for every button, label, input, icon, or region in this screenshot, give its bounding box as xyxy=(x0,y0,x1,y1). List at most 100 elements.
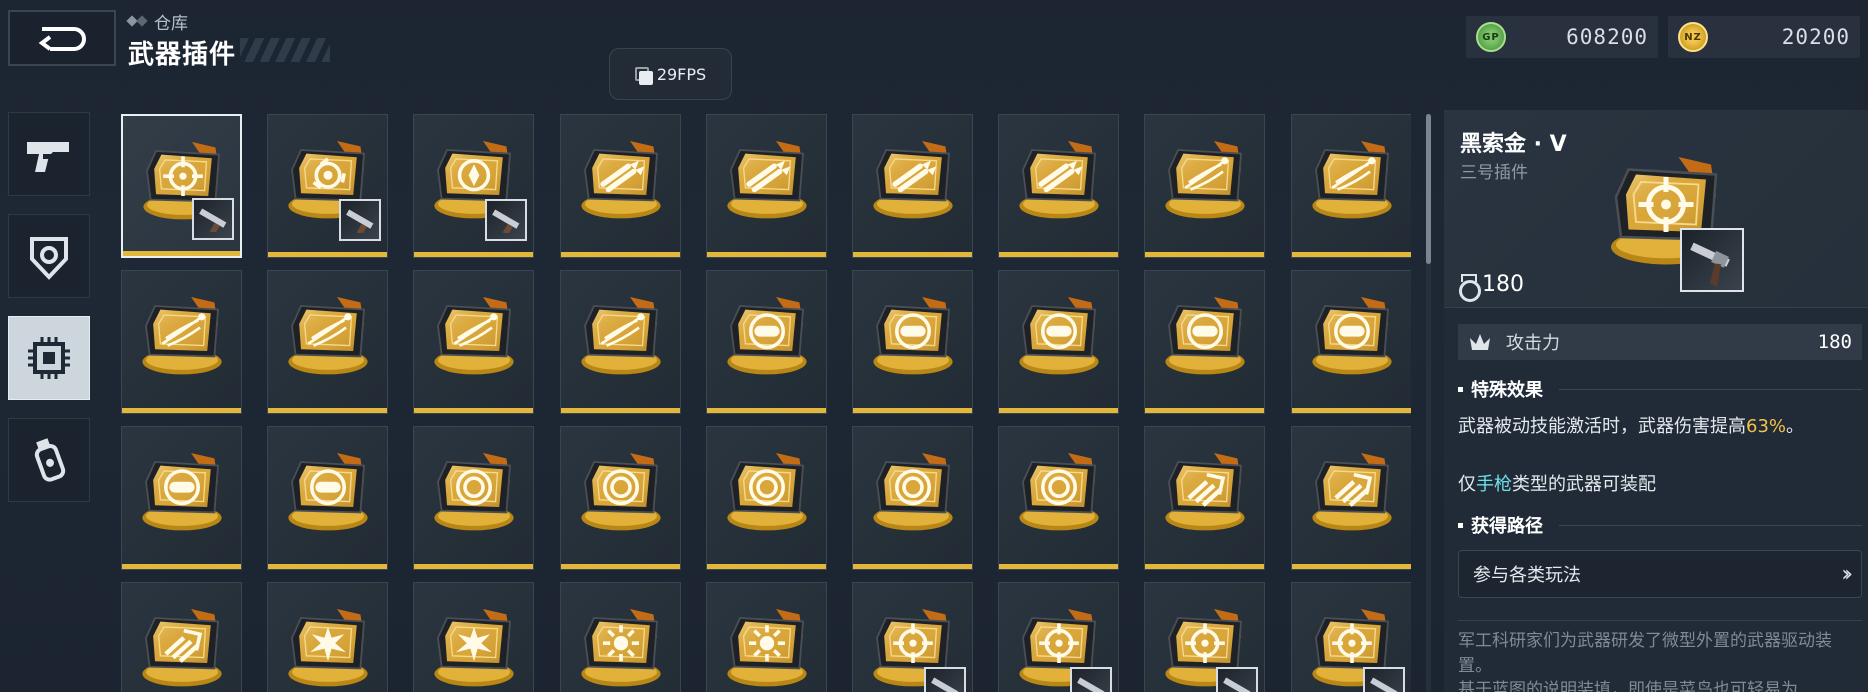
breadcrumb-dots-icon xyxy=(126,15,148,27)
rarity-bar xyxy=(853,252,972,257)
capsule-plugin-icon xyxy=(1019,297,1099,375)
plugin-tile[interactable] xyxy=(413,114,534,258)
rarity-bar xyxy=(999,252,1118,257)
return-arrow-icon xyxy=(38,27,86,51)
power-value: 180 xyxy=(1482,272,1524,297)
plugin-tile[interactable] xyxy=(1144,270,1265,414)
streak-plugin-icon xyxy=(288,297,368,375)
acquisition-route-button[interactable]: 参与各类玩法 ›› xyxy=(1458,550,1862,598)
revolver-icon xyxy=(1690,242,1730,287)
rarity-bar xyxy=(707,564,826,569)
rarity-bar xyxy=(414,408,533,413)
rarity-bar xyxy=(1292,564,1411,569)
plugin-tile[interactable] xyxy=(706,270,827,414)
rarity-bar xyxy=(122,408,241,413)
effect-text: 武器被动技能激活时，武器伤害提高 xyxy=(1458,416,1746,437)
plugin-tile[interactable] xyxy=(1144,582,1265,692)
weapon-thumbnail xyxy=(192,198,234,240)
plugin-tile[interactable] xyxy=(413,426,534,570)
rarity-bar xyxy=(999,408,1118,413)
plugin-tile[interactable] xyxy=(413,270,534,414)
burst-plugin-icon xyxy=(434,609,514,687)
detail-panel: 黑索金 · V 三号插件 180 攻击力 180 特殊效果 武器被动技能激活时，… xyxy=(1444,110,1868,692)
medal-icon xyxy=(1458,273,1481,302)
plugin-tile[interactable] xyxy=(998,426,1119,570)
plugin-tile[interactable] xyxy=(1291,114,1411,258)
fps-value: 29FPS xyxy=(656,64,707,84)
plugin-tile[interactable] xyxy=(1291,426,1411,570)
plugin-tile[interactable] xyxy=(267,270,388,414)
rarity-bar xyxy=(268,252,387,257)
plugin-tile[interactable] xyxy=(560,114,681,258)
streak-plugin-icon xyxy=(1165,141,1245,219)
plugin-tile[interactable] xyxy=(121,426,242,570)
plugin-tile[interactable] xyxy=(267,114,388,258)
plugin-tile[interactable] xyxy=(852,426,973,570)
item-type: 三号插件 xyxy=(1460,163,1528,183)
weapon-thumbnail xyxy=(924,667,966,692)
lore-text: 军工科研家们为武器研发了微型外置的武器驱动装置。 基于蓝图的说明装填，即使是菜鸟… xyxy=(1458,620,1862,692)
section-special-effect-label: 特殊效果 xyxy=(1471,380,1543,401)
plugin-tile[interactable] xyxy=(413,582,534,692)
weapon-thumbnail xyxy=(1216,667,1258,692)
plugin-tile[interactable] xyxy=(560,582,681,692)
plugin-tile[interactable] xyxy=(852,114,973,258)
section-acquisition: 获得路径 xyxy=(1458,512,1862,538)
chip-icon xyxy=(28,337,70,379)
plugin-tile[interactable] xyxy=(1144,114,1265,258)
plugin-tile[interactable] xyxy=(998,270,1119,414)
acquisition-route-label: 参与各类玩法 xyxy=(1473,565,1581,586)
compatible-weapon-thumbnail[interactable] xyxy=(1680,228,1744,292)
rarity-bar xyxy=(1145,408,1264,413)
restrict-prefix: 仅 xyxy=(1458,474,1476,495)
restrict-weapon-type: 手枪 xyxy=(1476,474,1512,495)
rarity-bar xyxy=(414,252,533,257)
rarity-bar xyxy=(1145,252,1264,257)
lore-line: 军工科研家们为武器研发了微型外置的武器驱动装置。 xyxy=(1458,631,1832,676)
plugin-tile[interactable] xyxy=(1144,426,1265,570)
plugin-tile[interactable] xyxy=(121,114,242,258)
plugin-tile[interactable] xyxy=(998,582,1119,692)
back-button[interactable] xyxy=(8,10,116,66)
category-tab-consumables[interactable] xyxy=(8,418,90,502)
page-title: 武器插件 xyxy=(128,40,237,70)
rarity-bar xyxy=(1292,408,1411,413)
plugin-tile[interactable] xyxy=(121,582,242,692)
plugin-tile[interactable] xyxy=(852,582,973,692)
gp-coin-icon: GP xyxy=(1476,22,1506,52)
capsule-plugin-icon xyxy=(727,297,807,375)
plugin-tile[interactable] xyxy=(267,426,388,570)
plugin-tile[interactable] xyxy=(560,426,681,570)
plugin-tile[interactable] xyxy=(852,270,973,414)
gun-icon xyxy=(346,209,374,233)
plugin-tile[interactable] xyxy=(706,114,827,258)
plugin-tile[interactable] xyxy=(267,582,388,692)
category-tab-emblems[interactable] xyxy=(8,214,90,298)
gun-icon xyxy=(492,209,520,233)
plugin-tile[interactable] xyxy=(560,270,681,414)
equip-restriction: 仅手枪类型的武器可装配 xyxy=(1458,470,1656,496)
plugin-tile[interactable] xyxy=(1291,582,1411,692)
category-tab-weapons[interactable] xyxy=(8,112,90,196)
fps-icon xyxy=(634,67,653,85)
plugin-tile[interactable] xyxy=(1291,270,1411,414)
rarity-bar xyxy=(561,252,680,257)
rarity-bar xyxy=(123,251,240,256)
burst-plugin-icon xyxy=(288,609,368,687)
plugin-tile[interactable] xyxy=(121,270,242,414)
grid-scrollbar-thumb[interactable] xyxy=(1426,114,1431,264)
lore-line-partial: 基于蓝图的说明装填，即使是菜鸟也可轻易为 xyxy=(1458,680,1798,692)
category-tab-plugins[interactable] xyxy=(8,316,90,400)
plugin-grid xyxy=(121,114,1411,692)
pistol-icon xyxy=(27,142,69,172)
effect-text-end: 。 xyxy=(1786,416,1805,437)
plugin-tile[interactable] xyxy=(998,114,1119,258)
bullets-plugin-icon xyxy=(873,141,953,219)
capsule-plugin-icon xyxy=(873,297,953,375)
arrows-plugin-icon xyxy=(142,609,222,687)
plugin-tile[interactable] xyxy=(706,426,827,570)
shield-emblem-icon xyxy=(30,237,68,280)
rings-plugin-icon xyxy=(727,453,807,531)
plugin-tile[interactable] xyxy=(706,582,827,692)
double-chevron-right-icon: ›› xyxy=(1841,561,1852,587)
